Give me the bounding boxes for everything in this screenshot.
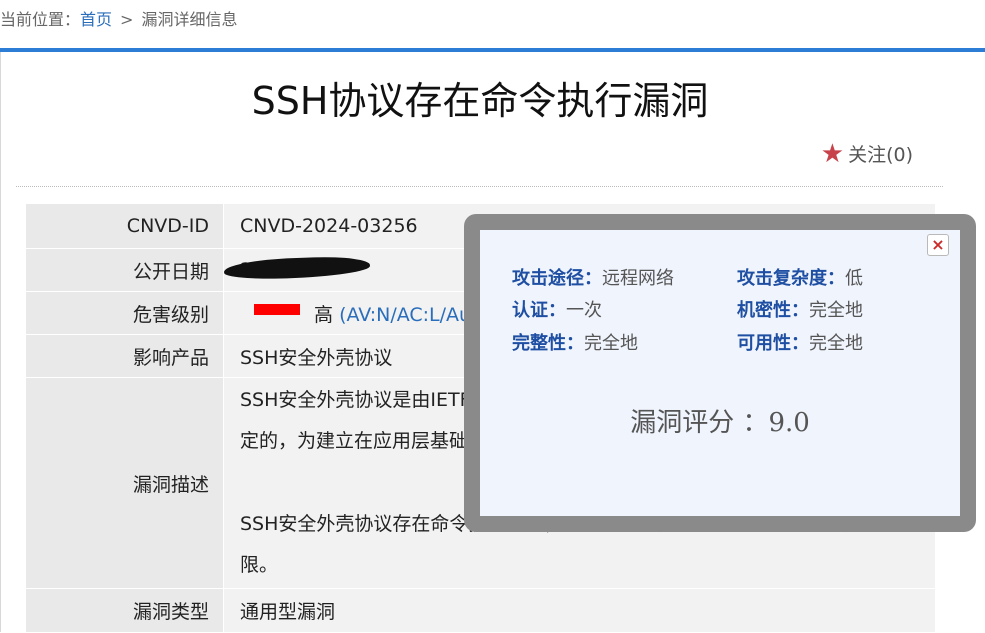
vuln-type-label: 漏洞类型 bbox=[25, 588, 224, 633]
breadcrumb-home-link[interactable]: 首页 bbox=[80, 10, 112, 29]
breadcrumb-current: 漏洞详细信息 bbox=[141, 10, 238, 29]
metric-confidentiality: 机密性：完全地 bbox=[737, 300, 863, 321]
follow-label: 关注(0) bbox=[848, 144, 913, 166]
panel-border bbox=[0, 52, 1, 632]
top-accent-bar bbox=[0, 48, 985, 52]
metric-complexity: 攻击复杂度：低 bbox=[737, 268, 863, 289]
cvss-popup: × 攻击途径：远程网络 攻击复杂度：低 认证：一次 机密性：完全地 完整性：完全… bbox=[464, 214, 976, 532]
severity-value: 高 bbox=[314, 303, 334, 326]
metric-availability: 可用性：完全地 bbox=[737, 333, 863, 354]
close-button[interactable]: × bbox=[927, 234, 949, 256]
description-label: 漏洞描述 bbox=[25, 377, 224, 589]
follow-button[interactable]: ★ 关注(0) bbox=[821, 140, 913, 167]
divider bbox=[16, 186, 943, 187]
cnvd-id-label: CNVD-ID bbox=[25, 203, 224, 249]
vuln-score: 漏洞评分 ：9.0 bbox=[630, 408, 810, 438]
metric-attack-vector: 攻击途径：远程网络 bbox=[512, 268, 674, 289]
table-row: 漏洞类型 通用型漏洞 bbox=[25, 588, 936, 633]
page-title: SSH协议存在命令执行漏洞 bbox=[251, 79, 709, 123]
vuln-type-value: 通用型漏洞 bbox=[223, 588, 936, 633]
description-line: 限。 bbox=[240, 554, 279, 576]
severity-bar bbox=[254, 303, 300, 315]
metric-integrity: 完整性：完全地 bbox=[512, 333, 638, 354]
metric-authentication: 认证：一次 bbox=[512, 300, 602, 321]
breadcrumb-separator: > bbox=[120, 10, 134, 29]
product-label: 影响产品 bbox=[25, 334, 224, 378]
publish-date-label: 公开日期 bbox=[25, 248, 224, 292]
severity-label: 危害级别 bbox=[25, 291, 224, 335]
cvss-vector-link[interactable]: (AV:N/AC:L/Au: bbox=[339, 304, 477, 326]
breadcrumb: 当前位置：首页 > 漏洞详细信息 bbox=[0, 0, 985, 46]
breadcrumb-prefix: 当前位置： bbox=[0, 10, 81, 29]
cvss-popup-content: × 攻击途径：远程网络 攻击复杂度：低 认证：一次 机密性：完全地 完整性：完全… bbox=[480, 230, 960, 516]
star-icon: ★ bbox=[820, 138, 845, 169]
